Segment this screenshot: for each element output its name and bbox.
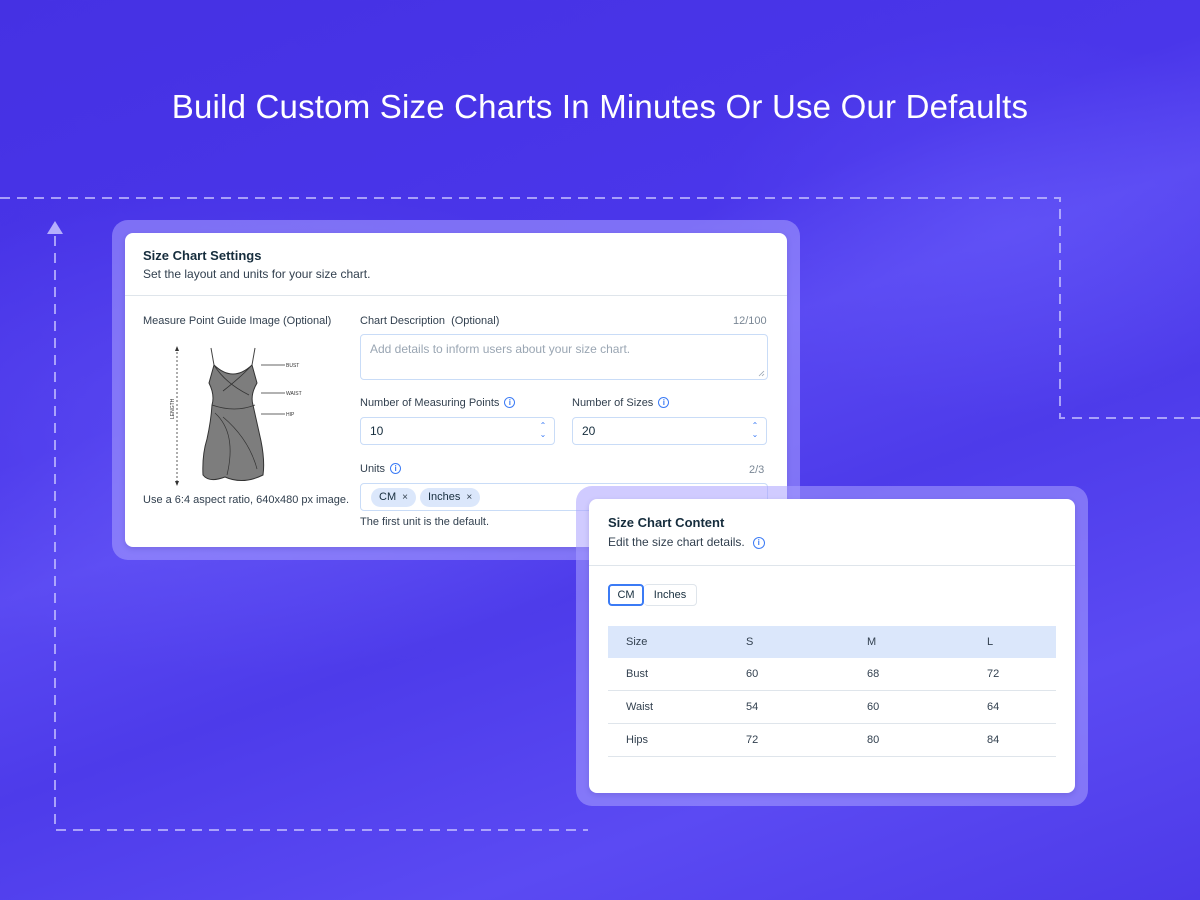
settings-title: Size Chart Settings <box>143 248 262 263</box>
length-label: LENGTH <box>170 398 176 419</box>
table-cell[interactable]: 54 <box>728 690 849 724</box>
unit-toggle-inches[interactable]: Inches <box>644 584 697 606</box>
hip-label: HIP <box>286 412 295 418</box>
settings-subtitle: Set the layout and units for your size c… <box>143 267 371 281</box>
dress-guide-image[interactable]: LENGTH BUST WAIST HIP <box>165 343 315 489</box>
unit-tag-cm: CM × <box>371 488 416 507</box>
close-icon[interactable]: × <box>466 492 472 503</box>
unit-tag-inches: Inches × <box>419 488 481 507</box>
content-subtitle: Edit the size chart details. <box>608 535 745 549</box>
resize-handle-icon[interactable] <box>758 370 765 377</box>
info-icon[interactable]: i <box>504 397 516 408</box>
sizes-label: Number of Sizes <box>572 397 654 409</box>
table-header-cell: M <box>849 626 969 658</box>
table-row: Waist 54 60 64 <box>608 690 1056 724</box>
content-divider <box>589 565 1075 566</box>
units-hint: The first unit is the default. <box>360 516 490 528</box>
content-title: Size Chart Content <box>608 515 725 530</box>
table-cell[interactable]: 60 <box>728 658 849 691</box>
close-icon[interactable]: × <box>402 492 408 503</box>
table-cell[interactable]: Hips <box>608 723 728 757</box>
measuring-points-label-row: Number of Measuring Points i <box>360 397 516 409</box>
table-cell[interactable]: Waist <box>608 690 728 724</box>
waist-label: WAIST <box>286 391 302 397</box>
unit-tag-label: CM <box>379 491 397 503</box>
table-cell[interactable]: 80 <box>849 723 969 757</box>
settings-divider <box>125 295 787 296</box>
info-icon[interactable]: i <box>390 463 402 474</box>
table-cell[interactable]: 68 <box>849 658 969 691</box>
units-label: Units <box>360 463 386 475</box>
info-icon[interactable]: i <box>752 537 765 549</box>
guide-image-hint: Use a 6:4 aspect ratio, 640x480 px image… <box>143 494 350 506</box>
unit-toggle-cm[interactable]: CM <box>608 584 644 606</box>
table-cell[interactable]: 84 <box>969 723 1056 757</box>
table-header-cell: S <box>728 626 849 658</box>
sizes-input[interactable]: 20 ⌃ ⌄ <box>572 417 767 445</box>
units-label-row: Units i <box>360 463 402 475</box>
table-row: Hips 72 80 84 <box>608 723 1056 757</box>
arrow-up-icon <box>47 221 63 234</box>
info-icon[interactable]: i <box>658 397 670 408</box>
units-counter: 2/3 <box>749 464 765 476</box>
chevron-up-down-icon[interactable]: ⌃ ⌄ <box>538 421 548 441</box>
bust-label: BUST <box>286 363 299 369</box>
sizes-label-row: Number of Sizes i <box>572 397 670 409</box>
guide-image-label: Measure Point Guide Image (Optional) <box>143 315 332 327</box>
size-chart-table: Size S M L Bust 60 68 72 Waist 54 60 64 … <box>608 626 1056 757</box>
table-header-cell: Size <box>608 626 728 658</box>
table-cell[interactable]: Bust <box>608 658 728 691</box>
content-subtitle-row: Edit the size chart details. i <box>608 535 765 549</box>
unit-tag-label: Inches <box>427 491 461 503</box>
measuring-points-value: 10 <box>370 424 384 438</box>
measuring-points-label: Number of Measuring Points <box>360 397 500 409</box>
chevron-up-down-icon[interactable]: ⌃ ⌄ <box>750 421 760 441</box>
table-row: Bust 60 68 72 <box>608 658 1056 691</box>
content-card: Size Chart Content Edit the size chart d… <box>589 499 1075 793</box>
description-placeholder: Add details to inform users about your s… <box>370 342 631 356</box>
description-counter: 12/100 <box>733 315 767 327</box>
table-cell[interactable]: 72 <box>969 658 1056 691</box>
sizes-value: 20 <box>582 424 596 438</box>
table-header-cell: L <box>969 626 1056 658</box>
description-label: Chart Description (Optional) <box>360 315 500 327</box>
table-cell[interactable]: 60 <box>849 690 969 724</box>
table-header-row: Size S M L <box>608 626 1056 658</box>
table-cell[interactable]: 72 <box>728 723 849 757</box>
measuring-points-input[interactable]: 10 ⌃ ⌄ <box>360 417 555 445</box>
description-textarea[interactable]: Add details to inform users about your s… <box>360 334 768 380</box>
table-cell[interactable]: 64 <box>969 690 1056 724</box>
